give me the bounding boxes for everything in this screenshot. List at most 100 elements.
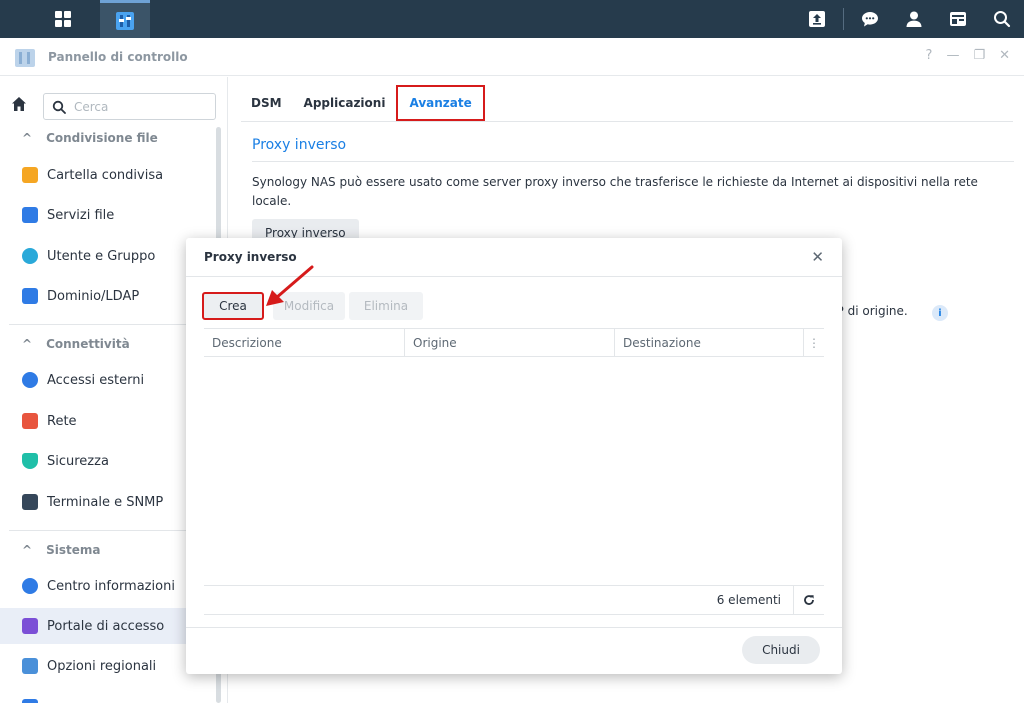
messages-button[interactable] <box>848 0 892 38</box>
edit-button[interactable]: Modifica <box>273 292 345 320</box>
section-label: Connettività <box>46 337 130 351</box>
window-controls: ? — ❐ ✕ <box>926 48 1010 63</box>
sidebar-item-login-portal[interactable]: Portale di accesso <box>0 608 208 644</box>
table-header: Descrizione Origine Destinazione ⋮ <box>204 328 824 357</box>
apps-grid-icon <box>55 11 71 27</box>
regional-icon <box>22 658 38 674</box>
user-button[interactable] <box>892 0 936 38</box>
upload-button[interactable] <box>795 0 839 38</box>
restore-icon[interactable]: ❐ <box>973 48 985 63</box>
create-button[interactable]: Crea <box>202 292 264 320</box>
dialog-divider <box>186 276 842 277</box>
sidebar-item-info-center[interactable]: Centro informazioni <box>0 568 208 604</box>
sidebar-item-label: Cartella condivisa <box>47 167 164 183</box>
upload-icon <box>809 11 825 27</box>
window-title: Pannello di controllo <box>48 50 188 64</box>
minimize-icon[interactable]: — <box>946 48 959 63</box>
search-icon <box>52 100 66 114</box>
tab-advanced[interactable]: Avanzate <box>396 85 485 121</box>
control-panel-icon <box>15 49 35 67</box>
chat-icon <box>862 12 878 27</box>
sidebar-item-domain-ldap[interactable]: Dominio/LDAP <box>0 278 208 314</box>
user-icon <box>906 11 922 27</box>
sidebar-item-label: Centro informazioni <box>47 578 175 594</box>
refresh-icon <box>804 595 814 605</box>
sidebar-item-network[interactable]: Rete <box>0 403 208 439</box>
sidebar-item-label: Accessi esterni <box>47 372 145 388</box>
app-icon <box>22 699 38 703</box>
tabs-divider <box>241 121 1013 122</box>
sidebar-item-label: Servizi file <box>47 207 115 223</box>
search-icon <box>994 11 1011 28</box>
search-button[interactable] <box>980 0 1024 38</box>
widgets-icon <box>950 12 966 26</box>
taskbar <box>0 0 1024 38</box>
item-count: 6 elementi <box>717 586 794 614</box>
column-header-destination[interactable]: Destinazione <box>615 329 804 356</box>
users-icon <box>22 248 38 264</box>
sidebar-item-label: Sicurezza <box>47 453 109 469</box>
refresh-button[interactable] <box>794 586 824 614</box>
home-button[interactable] <box>9 94 29 114</box>
table-footer: 6 elementi <box>204 585 824 615</box>
window-title-bar: Pannello di controllo ? — ❐ ✕ <box>0 38 1024 76</box>
sidebar-item-label: Terminale e SNMP <box>47 494 164 510</box>
sidebar-item-label: Opzioni regionali <box>47 658 157 674</box>
sidebar-item-regional-options[interactable]: Opzioni regionali <box>0 648 208 684</box>
sidebar-item-external-access[interactable]: Accessi esterni <box>0 362 208 398</box>
sidebar-item-label: Dominio/LDAP <box>47 288 140 304</box>
section-label: Condivisione file <box>46 131 158 145</box>
reverse-proxy-dialog: Proxy inverso ✕ Crea Modifica Elimina De… <box>186 238 842 674</box>
tab-applications[interactable]: Applicazioni <box>293 85 397 121</box>
widgets-button[interactable] <box>936 0 980 38</box>
section-description: Synology NAS può essere usato come serve… <box>252 175 978 208</box>
domain-icon <box>22 288 38 304</box>
taskbar-divider <box>843 8 844 30</box>
section-divider <box>252 161 1014 162</box>
house-icon <box>22 413 38 429</box>
section-divider <box>9 530 214 531</box>
control-panel-taskbar-button[interactable] <box>100 0 150 38</box>
chevron-up-icon: ^ <box>22 337 33 351</box>
search-box[interactable] <box>43 93 216 120</box>
section-title: Proxy inverso <box>252 137 347 153</box>
column-header-description[interactable]: Descrizione <box>204 329 405 356</box>
close-button[interactable]: Chiudi <box>742 636 820 664</box>
tab-dsm[interactable]: DSM <box>240 85 293 121</box>
delete-button[interactable]: Elimina <box>349 292 423 320</box>
sidebar-item-partial[interactable] <box>0 689 208 703</box>
sidebar-item-file-services[interactable]: Servizi file <box>0 197 208 233</box>
section-header-system[interactable]: ^ Sistema <box>22 540 100 560</box>
tab-bar: DSM Applicazioni Avanzate <box>229 85 485 121</box>
shield-icon <box>22 453 38 469</box>
background-text: IP di origine. <box>833 304 908 318</box>
dialog-title: Proxy inverso <box>204 250 297 264</box>
close-icon[interactable]: ✕ <box>811 248 824 266</box>
section-header-connectivity[interactable]: ^ Connettività <box>22 334 130 354</box>
sidebar-item-terminal-snmp[interactable]: Terminale e SNMP <box>0 484 208 520</box>
sidebar-item-user-group[interactable]: Utente e Gruppo <box>0 238 208 274</box>
section-header-file-sharing[interactable]: ^ Condivisione file <box>22 128 158 148</box>
chevron-up-icon: ^ <box>22 131 33 145</box>
external-access-icon <box>22 372 38 388</box>
control-panel-icon <box>116 11 134 30</box>
info-icon <box>22 578 38 594</box>
sidebar-item-shared-folder[interactable]: Cartella condivisa <box>0 157 208 193</box>
dialog-footer-divider <box>186 627 842 628</box>
column-header-source[interactable]: Origine <box>405 329 615 356</box>
table-body <box>204 357 824 585</box>
main-menu-button[interactable] <box>38 0 88 38</box>
sidebar-item-label: Utente e Gruppo <box>47 248 156 264</box>
home-icon <box>12 97 26 111</box>
column-menu-icon[interactable]: ⋮ <box>804 329 824 356</box>
portal-icon <box>22 618 38 634</box>
search-input[interactable] <box>74 99 194 114</box>
chevron-up-icon: ^ <box>22 543 33 557</box>
close-icon[interactable]: ✕ <box>999 48 1010 63</box>
info-icon[interactable]: i <box>932 305 948 321</box>
terminal-icon <box>22 494 38 510</box>
help-icon[interactable]: ? <box>926 48 933 63</box>
folder-icon <box>22 167 38 183</box>
sidebar-item-security[interactable]: Sicurezza <box>0 443 208 479</box>
section-divider <box>9 324 214 325</box>
